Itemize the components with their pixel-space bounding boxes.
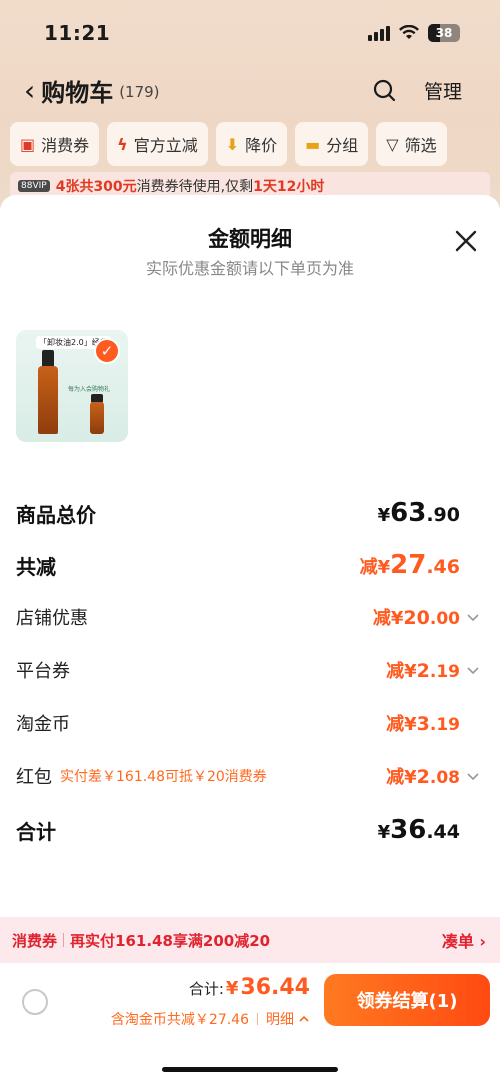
total-row: 合计 ¥36.44 [16, 815, 460, 845]
close-icon[interactable] [454, 229, 478, 253]
shop-discount-row[interactable]: 店铺优惠 减¥ 20.00 [16, 601, 500, 633]
chevron-down-icon[interactable] [466, 663, 480, 677]
funnel-icon: ▽ [386, 134, 399, 154]
nav-bar: ‹ 购物车 (179) 管理 [24, 70, 462, 110]
footer-total: 合计: ¥ 36.44 [188, 975, 310, 1000]
platform-coupon-row[interactable]: 平台券 减¥ 2.19 [16, 654, 500, 686]
checkout-footer: 合计: ¥ 36.44 含淘金币共减￥27.46 明细 领券结算(1) [0, 963, 500, 1082]
shop-discount-amount: 减¥ 20.00 [372, 607, 460, 629]
total-discount-row: 共减 减¥ 27.46 [16, 550, 460, 580]
sheet-subtitle: 实际优惠金额请以下单页为准 [145, 259, 354, 278]
filter-official-discount[interactable]: ϟ 官方立减 [107, 122, 208, 166]
battery-icon: 38 [428, 24, 460, 42]
home-indicator [162, 1067, 338, 1072]
chevron-up-icon[interactable] [298, 1013, 310, 1025]
subtotal-row: 商品总价 ¥63.90 [16, 498, 460, 528]
add-on-button[interactable]: 凑单 › [442, 928, 486, 952]
select-all-radio[interactable] [22, 989, 48, 1015]
signal-icon [368, 25, 390, 41]
promo-bar[interactable]: 消费券 再实付161.48享满200减20 凑单 › [0, 917, 500, 963]
cart-count: (179) [119, 83, 160, 101]
red-packet-amount: 减¥ 2.08 [386, 766, 460, 788]
chevron-down-icon[interactable] [466, 610, 480, 624]
footer-savings[interactable]: 含淘金币共减￥27.46 明细 [111, 1009, 310, 1029]
red-packet-note: 实付差￥161.48可抵￥20消费券 [60, 769, 267, 785]
subtotal-amount: ¥63.90 [377, 498, 460, 528]
check-icon[interactable]: ✓ [94, 338, 120, 364]
wifi-icon [399, 25, 419, 39]
promo-key: 消费券 [12, 931, 58, 950]
search-icon[interactable] [372, 78, 396, 102]
filter-price-drop[interactable]: ⬇ 降价 [215, 122, 288, 166]
chevron-down-icon[interactable] [466, 769, 480, 783]
folder-icon: ▬ [305, 134, 321, 154]
status-bar: 11:21 38 [44, 18, 460, 48]
total-amount: ¥36.44 [377, 815, 460, 845]
checkout-button[interactable]: 领券结算(1) [324, 974, 490, 1026]
detail-link[interactable]: 明细 [266, 1009, 294, 1029]
filter-screen[interactable]: ▽ 筛选 [376, 122, 447, 166]
platform-coupon-amount: 减¥ 2.19 [386, 660, 460, 682]
filter-group[interactable]: ▬ 分组 [295, 122, 369, 166]
coupon-icon: ▣ [20, 134, 36, 154]
sheet-title: 金额明细 [208, 227, 292, 251]
page-title: 购物车 [41, 78, 114, 107]
lightning-icon: ϟ [117, 134, 128, 154]
filter-coupon[interactable]: ▣ 消费券 [10, 122, 100, 166]
coins-row: 淘金币 减¥ 3.19 [16, 707, 500, 739]
coins-amount: 减¥ 3.19 [386, 713, 460, 735]
total-discount-amount: 减¥ 27.46 [359, 550, 460, 580]
status-time: 11:21 [44, 21, 111, 45]
down-arrow-icon: ⬇ [225, 134, 240, 154]
filter-bar: ▣ 消费券 ϟ 官方立减 ⬇ 降价 ▬ 分组 ▽ 筛选 [10, 122, 490, 168]
vip-badge: 88VIP [18, 180, 50, 192]
back-icon[interactable]: ‹ [24, 74, 35, 107]
footer-total-amount: 36.44 [240, 975, 310, 1000]
product-thumbnail[interactable]: 「卸妆油2.0」经典 每为入会购物礼 ✓ [16, 330, 128, 442]
manage-button[interactable]: 管理 [424, 77, 462, 104]
red-packet-row[interactable]: 红包 实付差￥161.48可抵￥20消费券 减¥ 2.08 [16, 760, 500, 792]
promo-message: 再实付161.48享满200减20 [70, 931, 271, 950]
